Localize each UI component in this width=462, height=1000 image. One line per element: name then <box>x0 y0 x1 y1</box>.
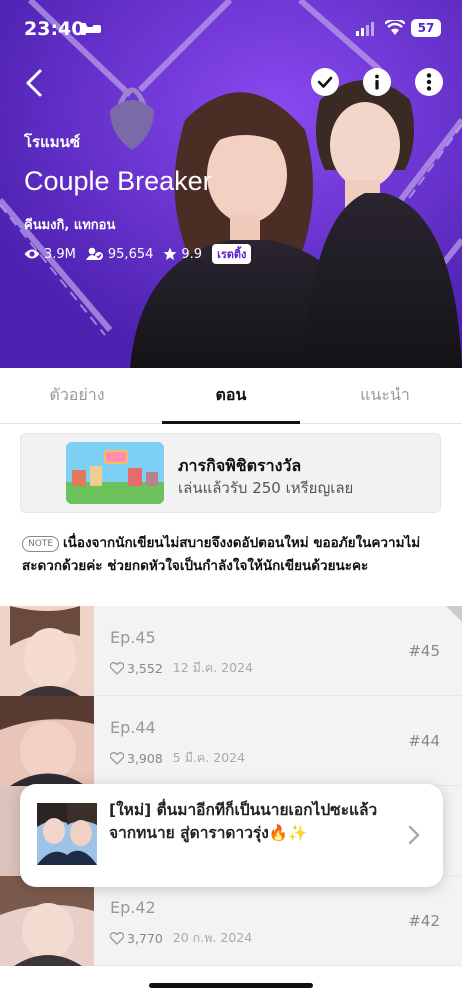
notice-text: เนื่องจากนักเขียนไม่สบายจึงงดอัปตอนใหม่ … <box>22 535 421 574</box>
episode-likes: 3,770 <box>127 930 163 946</box>
tab-recommended[interactable]: แนะนำ <box>308 368 462 423</box>
back-arrow-icon[interactable] <box>20 66 50 100</box>
subscribers-icon <box>85 247 103 260</box>
episode-thumbnail <box>0 606 94 696</box>
wifi-icon <box>385 20 405 35</box>
episode-meta: 3,770 20 ก.พ. 2024 <box>110 928 252 948</box>
star-icon <box>163 247 177 260</box>
heart-icon <box>110 931 124 945</box>
mission-game-thumbnail <box>66 442 164 504</box>
read-corner-marker <box>446 606 462 622</box>
episode-date: 5 มี.ค. 2024 <box>172 750 246 765</box>
eye-icon <box>24 249 40 259</box>
chevron-right-icon[interactable] <box>407 824 421 846</box>
more-options-button[interactable] <box>415 68 443 96</box>
tab-preview[interactable]: ตัวอย่าง <box>0 368 154 423</box>
heart-icon <box>110 751 124 765</box>
episode-row[interactable]: Ep.45 3,552 12 มี.ค. 2024 #45 <box>0 606 462 696</box>
rating-stat: 9.9 <box>163 247 202 262</box>
status-time: 23:40 <box>24 18 85 40</box>
episode-likes: 3,908 <box>127 750 163 766</box>
checkmark-icon <box>317 76 333 88</box>
mission-subtitle: เล่นแล้วรับ 250 เหรียญเลย <box>178 479 354 497</box>
series-tabs: ตัวอย่าง ตอน แนะนำ <box>0 368 462 424</box>
subscribers-count: 95,654 <box>107 246 154 262</box>
episode-meta: 3,908 5 มี.ค. 2024 <box>110 748 245 768</box>
series-stats: 3.9M 95,654 9.9 เรตติ้ง <box>24 244 252 264</box>
episode-title: Ep.42 <box>110 898 156 917</box>
recommendation-title: [ใหม่] ตื่นมาอีกทีก็เป็นนายเอกไปซะแล้ว <box>109 801 378 819</box>
recommendation-popup[interactable]: [ใหม่] ตื่นมาอีกทีก็เป็นนายเอกไปซะแล้ว จ… <box>20 784 443 887</box>
episode-number: #42 <box>408 912 440 930</box>
info-button[interactable] <box>363 68 391 96</box>
rating-value: 9.9 <box>181 246 203 262</box>
series-hero: 23:40 57 โรแมนซ์ Couple Breaker คีนมงกิ,… <box>0 0 462 368</box>
episode-thumbnail <box>0 876 94 966</box>
subscribers-stat: 95,654 <box>85 246 154 262</box>
episode-number: #45 <box>408 642 440 660</box>
recommendation-thumbnail <box>37 803 97 865</box>
status-bar: 23:40 57 <box>0 0 462 56</box>
episode-meta: 3,552 12 มี.ค. 2024 <box>110 658 253 678</box>
views-stat: 3.9M <box>24 247 76 262</box>
heart-icon <box>110 661 124 675</box>
home-indicator[interactable] <box>149 983 313 988</box>
episode-row[interactable]: Ep.42 3,770 20 ก.พ. 2024 #42 <box>0 876 462 966</box>
info-icon <box>375 74 379 90</box>
sleep-mode-icon <box>81 23 101 35</box>
episode-title: Ep.44 <box>110 718 156 737</box>
subscribe-check-button[interactable] <box>311 68 339 96</box>
mission-banner[interactable]: ภารกิจพิชิตรางวัล เล่นแล้วรับ 250 เหรียญ… <box>20 433 441 513</box>
recommendation-subtitle: จากทนาย สู่ดาราดาวรุ่ง🔥✨ <box>109 824 308 842</box>
episode-title: Ep.45 <box>110 628 156 647</box>
episode-number: #44 <box>408 732 440 750</box>
episode-thumbnail <box>0 696 94 786</box>
recommendation-text: [ใหม่] ตื่นมาอีกทีก็เป็นนายเอกไปซะแล้ว จ… <box>109 799 399 845</box>
episode-likes: 3,552 <box>127 660 163 676</box>
author-notice: NOTE เนื่องจากนักเขียนไม่สบายจึงงดอัปตอนใ… <box>22 532 442 578</box>
series-genre: โรแมนซ์ <box>24 133 81 151</box>
series-authors: คีนมงกิ, แทกอน <box>24 218 116 233</box>
note-badge: NOTE <box>22 536 60 552</box>
battery-indicator: 57 <box>411 19 441 37</box>
cellular-signal-icon <box>356 22 374 36</box>
rate-badge[interactable]: เรตติ้ง <box>212 244 252 264</box>
tab-episodes[interactable]: ตอน <box>154 368 308 424</box>
episode-date: 20 ก.พ. 2024 <box>172 930 253 945</box>
episode-row[interactable]: Ep.44 3,908 5 มี.ค. 2024 #44 <box>0 696 462 786</box>
vertical-dots-icon <box>426 73 432 91</box>
episode-date: 12 มี.ค. 2024 <box>172 660 254 675</box>
views-count: 3.9M <box>44 246 76 262</box>
series-title: Couple Breaker <box>24 166 212 196</box>
